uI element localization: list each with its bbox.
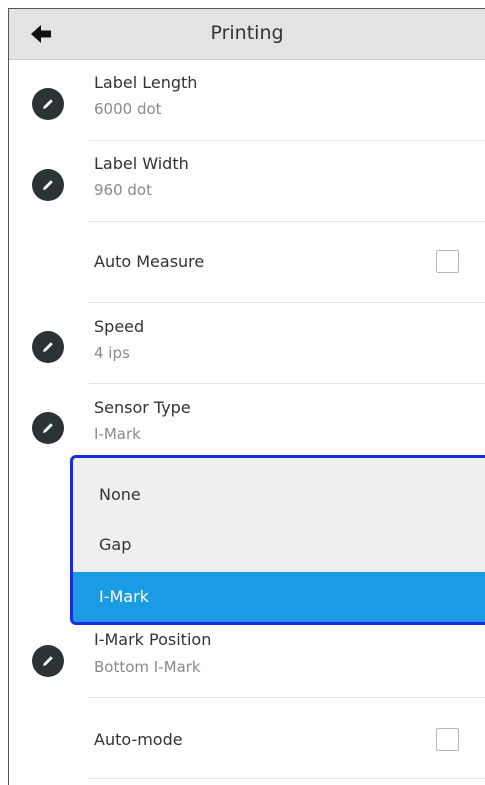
option-label: None (99, 485, 141, 504)
setting-value: 4 ips (94, 344, 130, 362)
auto-measure-checkbox[interactable] (436, 250, 459, 273)
setting-auto-mode[interactable]: Auto-mode (9, 698, 485, 779)
page-title: Printing (210, 22, 284, 44)
dropdown-option-imark[interactable]: I-Mark (73, 572, 485, 622)
auto-mode-checkbox[interactable] (436, 728, 459, 751)
setting-value: 960 dot (94, 181, 152, 199)
dropdown-option-none[interactable]: None (73, 470, 485, 520)
setting-title: Label Length (94, 73, 198, 92)
dropdown-option-gap[interactable]: Gap (73, 520, 485, 570)
setting-title: Sensor Type (94, 398, 191, 417)
setting-value: 6000 dot (94, 100, 162, 118)
setting-value: Bottom I-Mark (94, 658, 201, 676)
pencil-icon[interactable] (32, 169, 64, 201)
pencil-icon[interactable] (32, 88, 64, 120)
setting-title: Auto-mode (94, 730, 183, 749)
divider (89, 778, 485, 779)
pencil-icon[interactable] (32, 331, 64, 363)
setting-title: Speed (94, 317, 145, 336)
pencil-icon[interactable] (32, 645, 64, 677)
setting-label-length[interactable]: Label Length 6000 dot (9, 60, 485, 141)
setting-value: I-Mark (94, 425, 141, 443)
option-label: Gap (99, 535, 132, 554)
app-header: Printing (9, 9, 485, 60)
pencil-icon[interactable] (32, 412, 64, 444)
setting-title: Label Width (94, 154, 189, 173)
setting-title: Auto Measure (94, 252, 205, 271)
setting-sensor-type[interactable]: Sensor Type I-Mark (9, 384, 485, 465)
option-label: I-Mark (99, 587, 149, 606)
printing-screen: Printing Label Length 6000 dot Label Wid… (8, 8, 485, 785)
setting-imark-position[interactable]: I-Mark Position Bottom I-Mark (9, 625, 485, 706)
setting-speed[interactable]: Speed 4 ips (9, 303, 485, 384)
setting-label-width[interactable]: Label Width 960 dot (9, 141, 485, 222)
setting-title: I-Mark Position (94, 630, 212, 649)
sensor-type-dropdown[interactable]: None Gap I-Mark (70, 455, 485, 625)
setting-auto-measure[interactable]: Auto Measure (9, 222, 485, 303)
